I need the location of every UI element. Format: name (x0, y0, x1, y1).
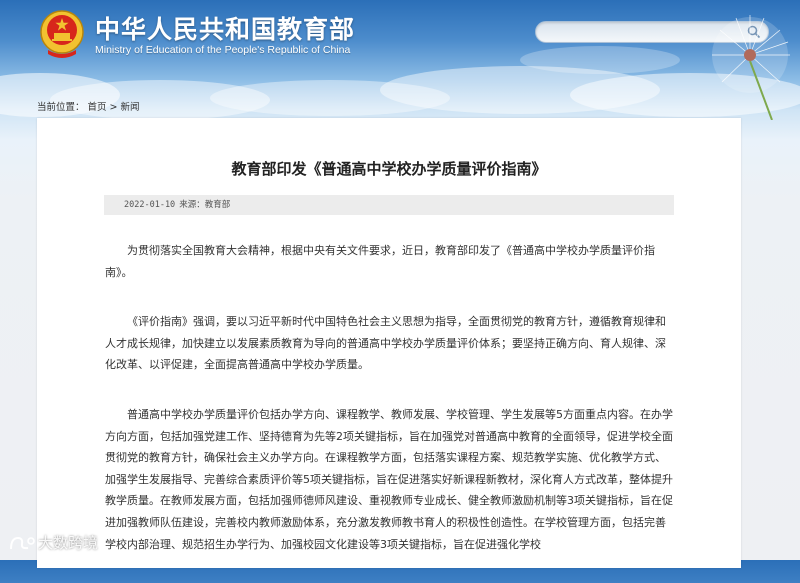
article-source: 来源：教育部 (179, 200, 231, 210)
breadcrumb-separator: > (109, 102, 118, 113)
article-body: 为贯彻落实全国教育大会精神，根据中央有关文件要求，近日，教育部印发了《普通高中学… (105, 240, 675, 583)
article-panel: 教育部印发《普通高中学校办学质量评价指南》 2022-01-10 来源：教育部 为… (37, 118, 741, 568)
breadcrumb-prefix: 当前位置： (37, 102, 85, 113)
article-meta: 2022-01-10 来源：教育部 (104, 195, 674, 215)
dandelion-decoration (712, 15, 790, 120)
breadcrumb: 当前位置： 首页 > 新闻 (37, 99, 143, 113)
watermark-text: 大数跨境 (38, 534, 99, 552)
national-emblem-icon (40, 10, 84, 58)
watermark-logo-icon (10, 536, 35, 549)
article-paragraph: 为贯彻落实全国教育大会精神，根据中央有关文件要求，近日，教育部印发了《普通高中学… (105, 244, 655, 279)
breadcrumb-item-news[interactable]: 新闻 (121, 102, 140, 113)
article-paragraph: 《评价指南》强调，要以习近平新时代中国特色社会主义思想为指导，全面贯彻党的教育方… (105, 315, 666, 372)
site-title-cn[interactable]: 中华人民共和国教育部 (95, 10, 355, 46)
site-title-en: Ministry of Education of the People's Re… (95, 44, 351, 56)
article-date: 2022-01-10 (124, 200, 176, 210)
breadcrumb-item-home[interactable]: 首页 (88, 102, 107, 113)
article-paragraph: 普通高中学校办学质量评价包括办学方向、课程教学、教师发展、学校管理、学生发展等5… (105, 407, 673, 551)
site-header: 中华人民共和国教育部 Ministry of Education of the … (0, 0, 800, 120)
watermark: 大数跨境 (8, 532, 98, 553)
article-title: 教育部印发《普通高中学校办学质量评价指南》 (231, 160, 547, 178)
